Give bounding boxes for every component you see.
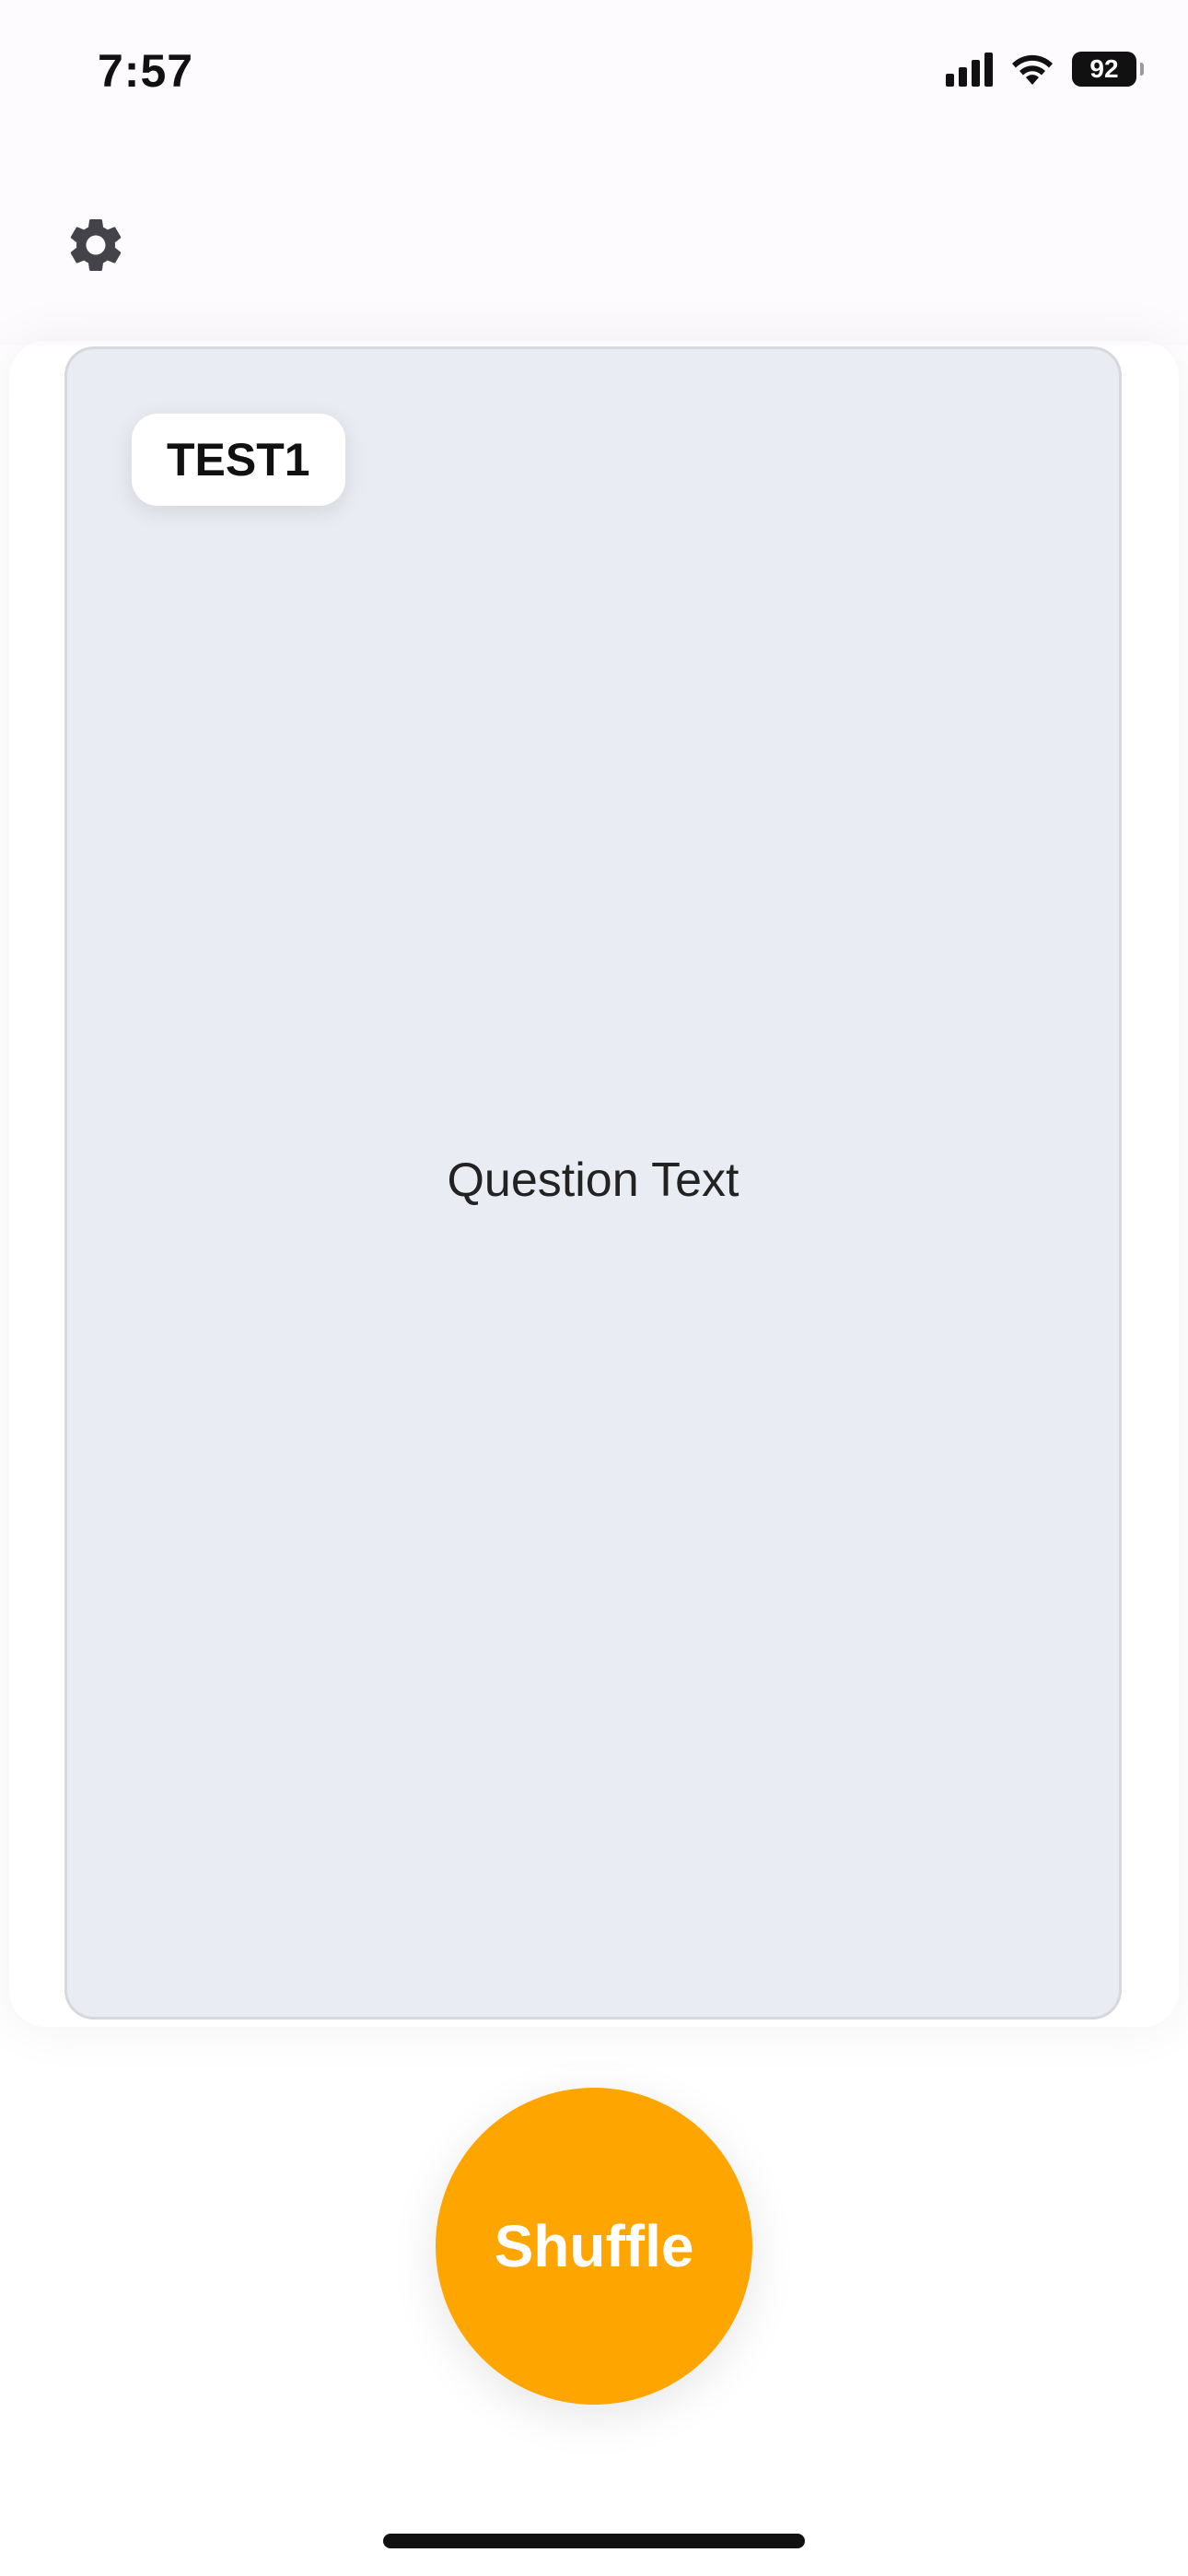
status-icons: 92 [946, 52, 1144, 87]
question-text: Question Text [447, 1153, 740, 1207]
status-bar: 7:57 92 [0, 0, 1188, 147]
wifi-icon [1012, 54, 1053, 85]
cellular-signal-icon [946, 52, 993, 87]
settings-button[interactable] [59, 208, 133, 282]
category-tag: TEST1 [132, 414, 345, 506]
battery-level: 92 [1089, 54, 1119, 83]
shuffle-button[interactable]: Shuffle [436, 2088, 752, 2405]
app-screen: 7:57 92 TEST1 Question Text Shuffle [0, 0, 1188, 2576]
status-time: 7:57 [98, 45, 194, 97]
home-indicator[interactable] [383, 2534, 805, 2548]
gear-icon [70, 218, 122, 271]
battery-icon: 92 [1072, 52, 1144, 87]
battery-nub [1140, 63, 1144, 76]
question-card[interactable]: TEST1 Question Text [64, 346, 1122, 2020]
